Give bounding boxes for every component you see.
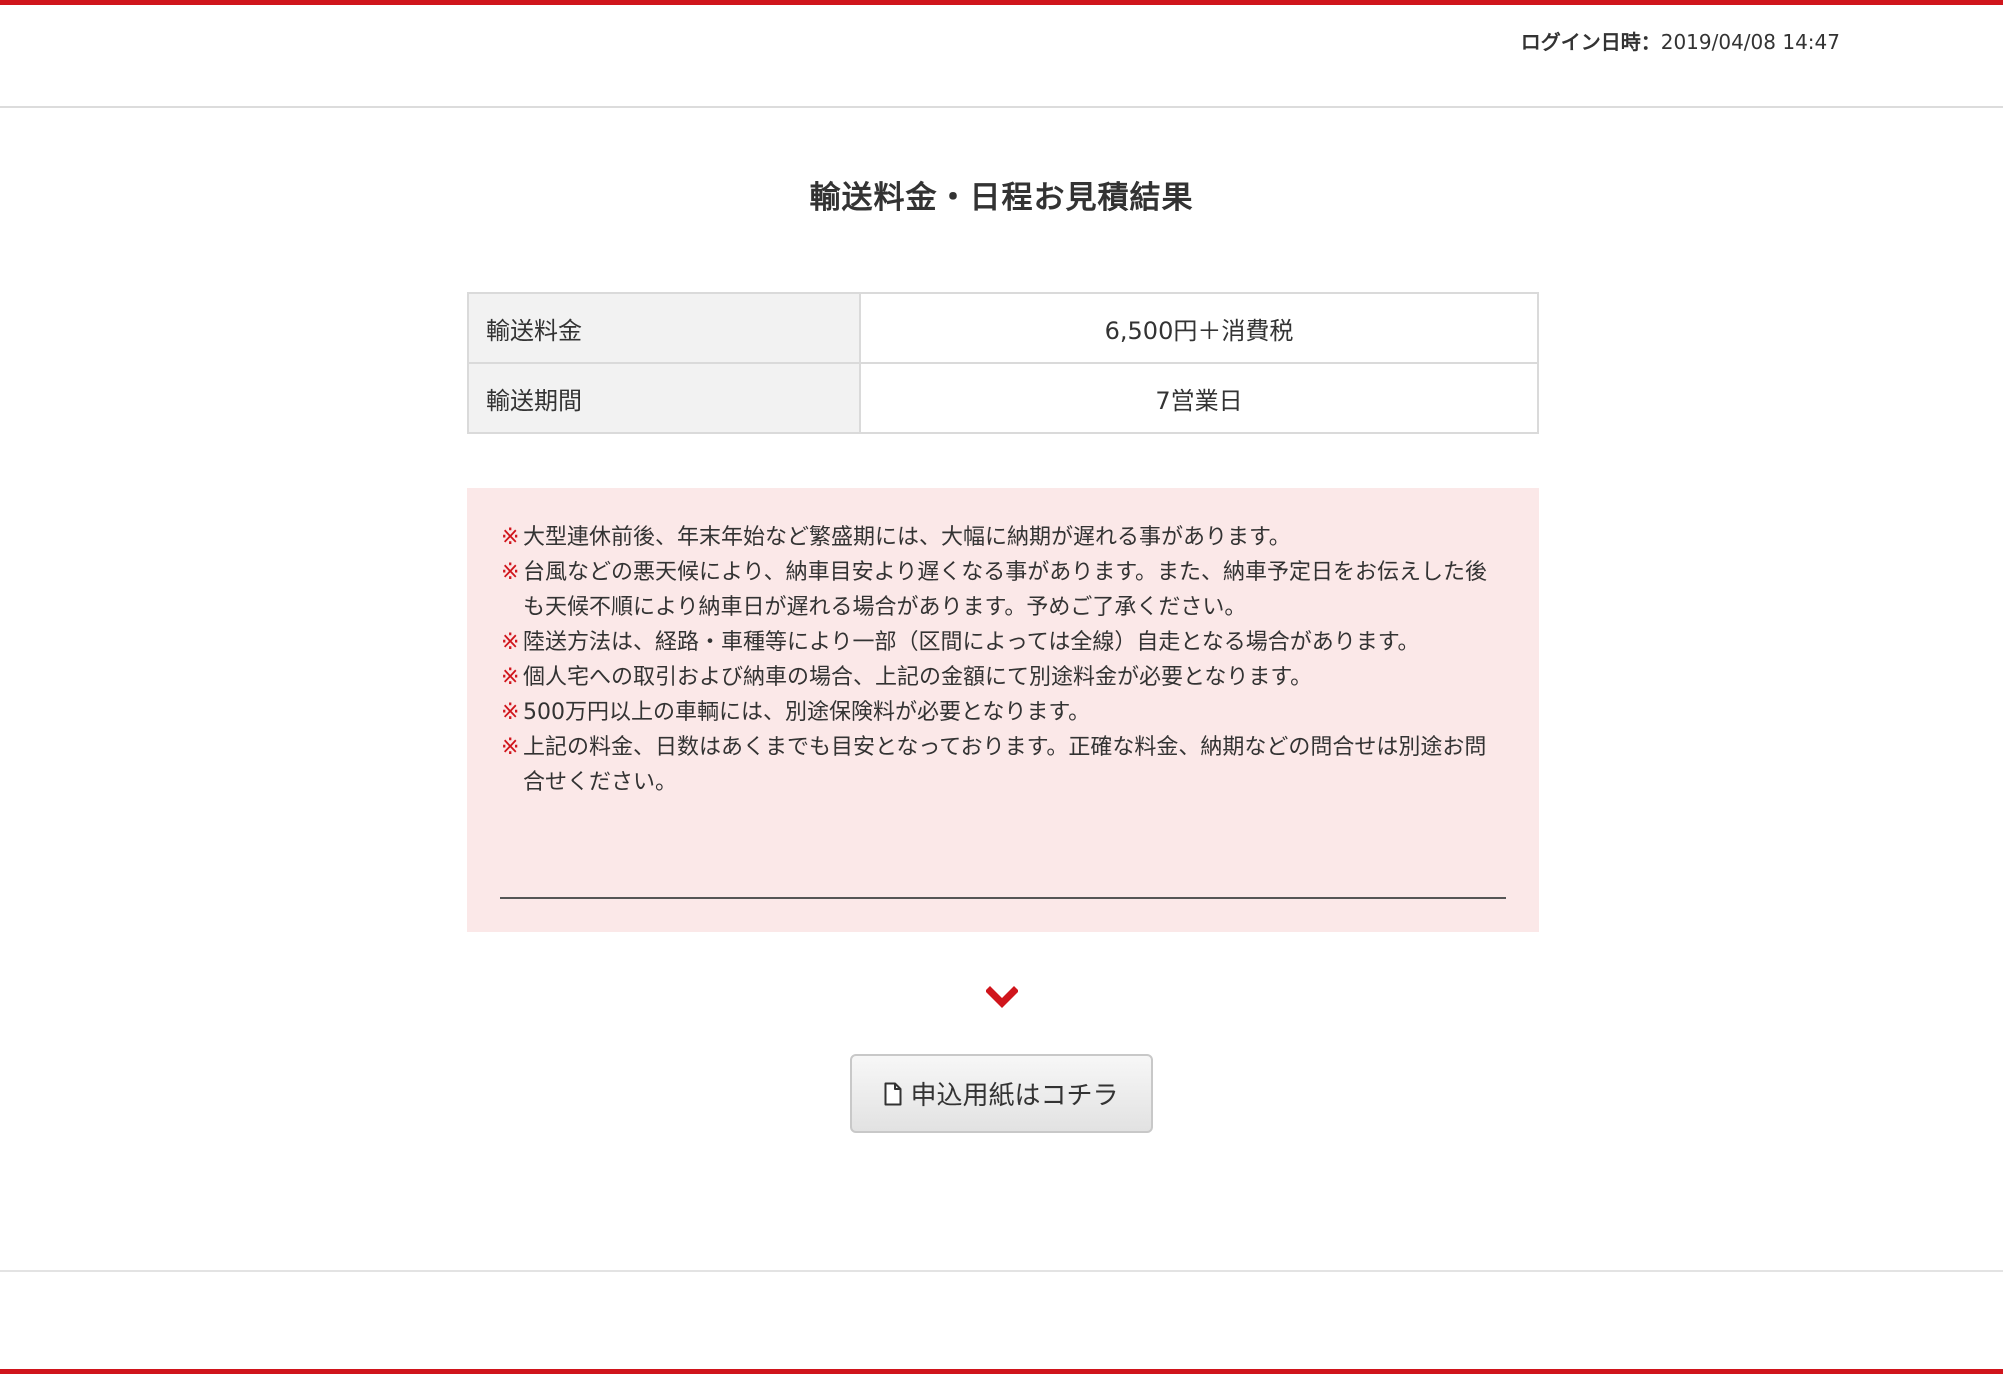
application-form-button-label: 申込用紙はコチラ xyxy=(910,1081,1119,1111)
notice-item: ※ 上記の料金、日数はあくまでも目安となっております。正確な料金、納期などの問合せ… xyxy=(501,730,1505,800)
notice-text: 上記の料金、日数はあくまでも目安となっております。正確な料金、納期などの問合せは… xyxy=(523,735,1487,795)
login-datetime: 2019/04/08 14:47 xyxy=(1660,30,1840,54)
notice-mark: ※ xyxy=(501,630,520,655)
estimate-result-table: 輸送料金 6,500円＋消費税 輸送期間 7営業日 xyxy=(467,292,1539,434)
notice-box: ※ 大型連休前後、年末年始など繁盛期には、大幅に納期が遅れる事があります。 ※ 台風… xyxy=(467,488,1539,932)
notice-text: 大型連休前後、年末年始など繁盛期には、大幅に納期が遅れる事があります。 xyxy=(523,525,1291,550)
login-label: ログイン日時： xyxy=(1520,30,1661,54)
notice-list: ※ 大型連休前後、年末年始など繁盛期には、大幅に納期が遅れる事があります。 ※ 台風… xyxy=(501,520,1505,800)
notice-text: 台風などの悪天候により、納車目安より遅くなる事があります。また、納車予定日をお伝… xyxy=(523,560,1488,620)
login-info: ログイン日時：2019/04/08 14:47 xyxy=(1521,26,1840,55)
file-icon xyxy=(884,1082,902,1105)
application-form-button[interactable]: 申込用紙はコチラ xyxy=(850,1054,1153,1133)
row-label-period: 輸送期間 xyxy=(467,362,861,434)
notice-text: 陸送方法は、経路・車種等により一部（区間によっては全線）自走となる場合があります… xyxy=(523,630,1420,655)
notice-item: ※ 大型連休前後、年末年始など繁盛期には、大幅に納期が遅れる事があります。 xyxy=(501,520,1505,555)
notice-item: ※ 500万円以上の車輌には、別途保険料が必要となります。 xyxy=(501,695,1505,730)
chevron-down-icon xyxy=(986,986,1018,1008)
notice-mark: ※ xyxy=(501,560,520,585)
notice-mark: ※ xyxy=(501,665,520,690)
table-row: 輸送期間 7営業日 xyxy=(467,362,1539,434)
page-title: 輸送料金・日程お見積結果 xyxy=(809,180,1194,216)
table-row: 輸送料金 6,500円＋消費税 xyxy=(467,292,1539,364)
notice-divider xyxy=(500,897,1506,899)
header: ログイン日時：2019/04/08 14:47 xyxy=(0,5,2003,108)
notice-item: ※ 陸送方法は、経路・車種等により一部（区間によっては全線）自走となる場合がありま… xyxy=(501,625,1505,660)
notice-text: 500万円以上の車輌には、別途保険料が必要となります。 xyxy=(523,700,1091,725)
notice-item: ※ 個人宅への取引および納車の場合、上記の金額にて別途料金が必要となります。 xyxy=(501,660,1505,695)
row-value-period: 7営業日 xyxy=(859,362,1539,434)
row-value-fee: 6,500円＋消費税 xyxy=(859,292,1539,364)
notice-mark: ※ xyxy=(501,735,520,760)
notice-item: ※ 台風などの悪天候により、納車目安より遅くなる事があります。また、納車予定日をお… xyxy=(501,555,1505,625)
bottom-accent-bar xyxy=(0,1369,2003,1374)
footer-divider xyxy=(0,1270,2003,1272)
notice-text: 個人宅への取引および納車の場合、上記の金額にて別途料金が必要となります。 xyxy=(523,665,1313,690)
notice-mark: ※ xyxy=(501,700,520,725)
notice-mark: ※ xyxy=(501,525,520,550)
row-label-fee: 輸送料金 xyxy=(467,292,861,364)
